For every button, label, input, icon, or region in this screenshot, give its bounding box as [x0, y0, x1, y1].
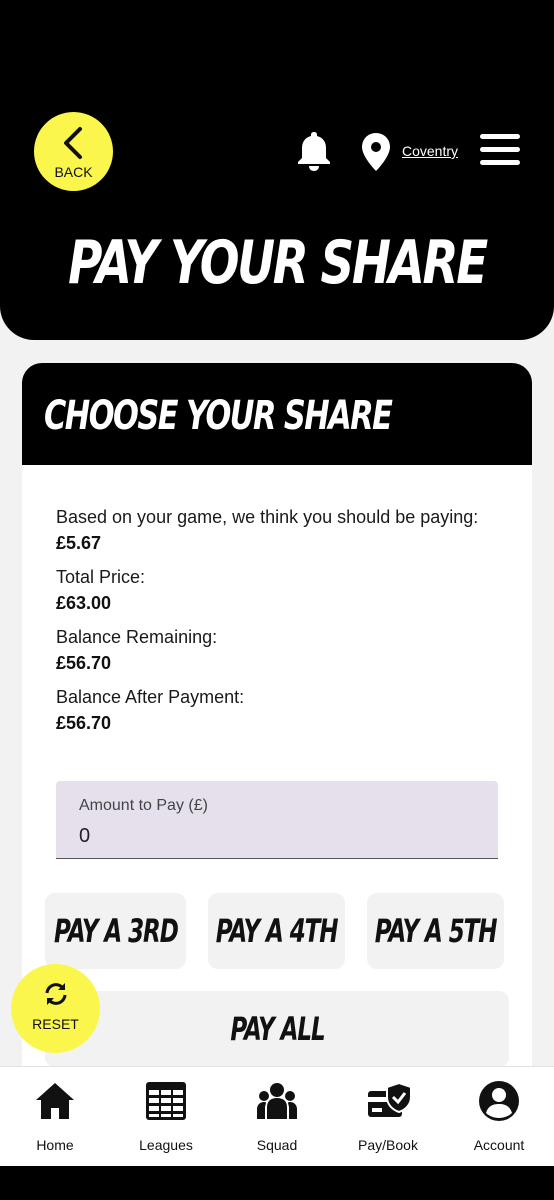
reset-label: RESET [32, 1016, 79, 1032]
nav-label-squad: Squad [256, 1137, 298, 1153]
hamburger-menu-icon[interactable] [480, 134, 520, 166]
total-value: £63.00 [56, 593, 112, 613]
choose-share-card: CHOOSE YOUR SHARE Based on your game, we… [22, 363, 532, 1083]
card-title: CHOOSE YOUR SHARE [44, 393, 393, 439]
total-label: Total Price: [56, 567, 146, 587]
bell-icon[interactable] [296, 130, 332, 172]
payment-info: Based on your game, we think you should … [56, 503, 496, 743]
system-navigation-bar [0, 1166, 554, 1200]
nav-label-leagues: Leagues [139, 1137, 193, 1153]
reset-button[interactable]: RESET [11, 964, 100, 1053]
bottom-navigation: Home Leagues Squad Pay/Book Account [0, 1066, 554, 1166]
nav-label-account: Account [473, 1137, 525, 1153]
chevron-left-icon [64, 127, 82, 159]
account-icon [479, 1081, 519, 1121]
nav-label-home: Home [36, 1137, 74, 1153]
nav-label-paybook: Pay/Book [358, 1137, 418, 1153]
refresh-icon [45, 983, 67, 1005]
pay-third-button[interactable]: PAY A 3RD [45, 893, 186, 969]
table-icon [146, 1082, 186, 1120]
amount-label: Amount to Pay (£) [79, 797, 208, 814]
nav-item-leagues[interactable]: Leagues [111, 1067, 221, 1167]
pay-fifth-label: PAY A 5TH [374, 912, 498, 950]
nav-item-squad[interactable]: Squad [222, 1067, 332, 1167]
pay-fourth-button[interactable]: PAY A 4TH [208, 893, 345, 969]
pay-all-label: PAY ALL [229, 1010, 325, 1048]
after-payment-label: Balance After Payment: [56, 687, 245, 707]
card-check-icon [368, 1081, 412, 1117]
pay-third-label: PAY A 3RD [53, 912, 179, 950]
suggested-value: £5.67 [56, 533, 102, 553]
remaining-value: £56.70 [56, 653, 112, 673]
back-button[interactable]: BACK [34, 112, 113, 191]
header: BACK Coventry PAY YOUR SHARE [0, 0, 554, 340]
pay-fourth-label: PAY A 4TH [215, 912, 339, 950]
amount-to-pay-field[interactable]: Amount to Pay (£) 0 [56, 781, 498, 859]
home-icon [36, 1083, 74, 1119]
back-label: BACK [54, 164, 93, 180]
after-payment-value: £56.70 [56, 713, 112, 733]
nav-item-home[interactable]: Home [0, 1067, 110, 1167]
suggested-label: Based on your game, we think you should … [56, 507, 479, 527]
pay-fifth-button[interactable]: PAY A 5TH [367, 893, 504, 969]
pay-all-button[interactable]: PAY ALL [45, 991, 509, 1067]
location-link[interactable]: Coventry [402, 143, 458, 159]
group-icon [257, 1083, 297, 1119]
nav-item-paybook[interactable]: Pay/Book [333, 1067, 443, 1167]
amount-input[interactable]: 0 [79, 825, 90, 848]
remaining-label: Balance Remaining: [56, 627, 218, 647]
nav-item-account[interactable]: Account [444, 1067, 554, 1167]
page-title: PAY YOUR SHARE [68, 228, 488, 298]
location-pin-icon [362, 133, 390, 171]
card-header: CHOOSE YOUR SHARE [22, 363, 532, 465]
